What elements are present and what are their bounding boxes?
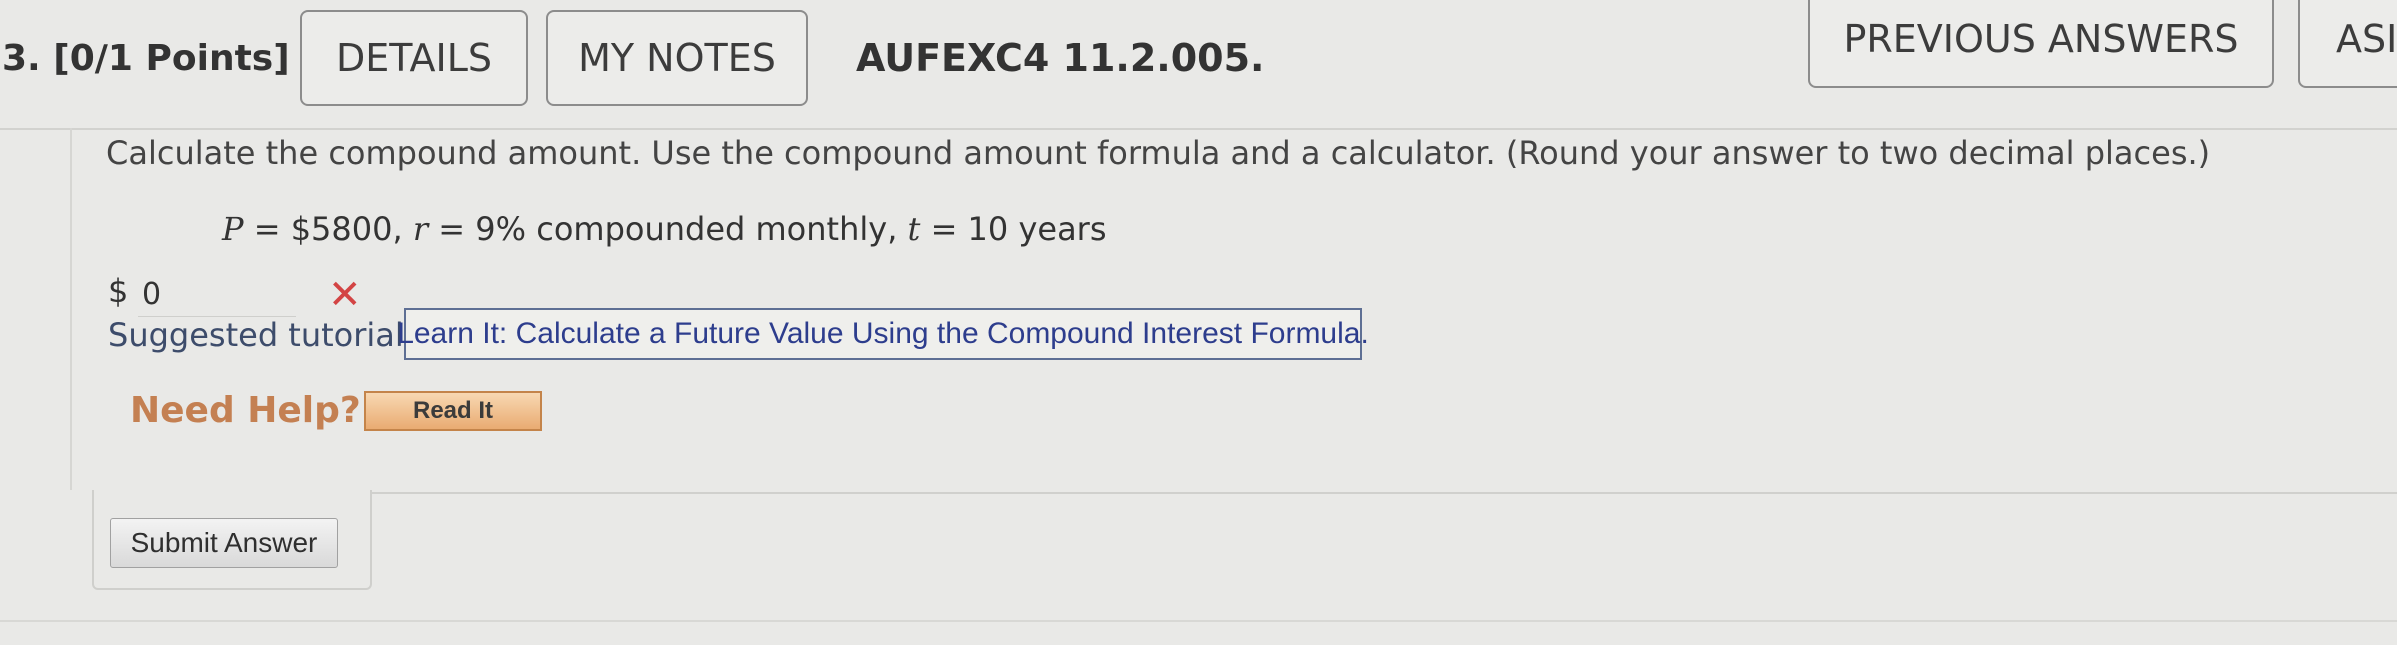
previous-answers-button[interactable]: PREVIOUS ANSWERS (1808, 0, 2274, 88)
suggested-tutorial-label: Suggested tutorial: (108, 316, 415, 354)
principal-value: = $5800, (243, 210, 413, 248)
question-id: AUFEXC4 11.2.005. (856, 36, 1265, 80)
submit-answer-button[interactable]: Submit Answer (110, 518, 338, 568)
question-body: Calculate the compound amount. Use the c… (70, 128, 2397, 490)
currency-symbol: $ (108, 272, 129, 310)
my-notes-button[interactable]: MY NOTES (546, 10, 808, 106)
given-values: P = $5800, r = 9% compounded monthly, t … (222, 210, 1107, 248)
rate-variable: r (412, 210, 429, 248)
ask-your-teacher-button[interactable]: ASI (2298, 0, 2397, 88)
x-icon: ✕ (328, 272, 362, 318)
question-instructions: Calculate the compound amount. Use the c… (106, 134, 2211, 172)
read-it-button[interactable]: Read It (364, 391, 542, 431)
need-help-label: Need Help? (130, 390, 361, 431)
question-points-label: 3. [0/1 Points] (2, 38, 290, 79)
answer-input[interactable] (138, 272, 296, 317)
question-header: 3. [0/1 Points] DETAILS MY NOTES AUFEXC4… (0, 0, 2397, 130)
time-variable: t (907, 210, 921, 248)
tutorial-link[interactable]: Learn It: Calculate a Future Value Using… (397, 308, 1369, 360)
rate-value: = 9% compounded monthly, (428, 210, 908, 248)
details-button[interactable]: DETAILS (300, 10, 528, 106)
footer-divider (0, 620, 2397, 622)
time-value: = 10 years (920, 210, 1107, 248)
section-divider (370, 492, 2397, 494)
principal-variable: P (222, 210, 244, 248)
